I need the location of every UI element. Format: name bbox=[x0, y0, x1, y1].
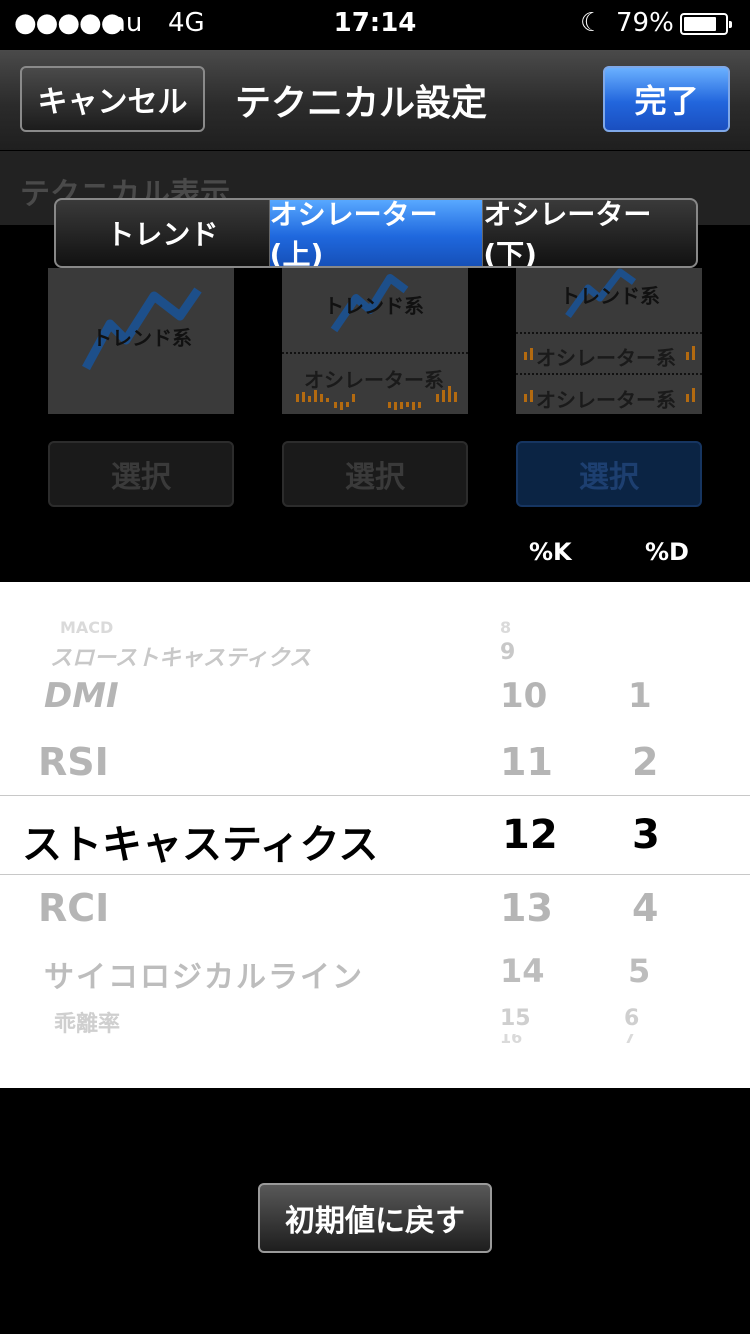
cancel-button[interactable]: キャンセル bbox=[20, 66, 205, 132]
k-period: 11 bbox=[500, 740, 553, 784]
k-period: 16 bbox=[500, 1034, 523, 1044]
picker-row[interactable]: 16 7 bbox=[0, 1034, 750, 1044]
oscillator-label: オシレーター系 bbox=[536, 388, 676, 412]
oscillator-label: オシレーター系 bbox=[536, 346, 676, 370]
layout-preview-trend-osc[interactable]: トレンド系 オシレーター系 bbox=[282, 268, 468, 414]
indicator-name: DMI bbox=[44, 676, 119, 716]
battery-level bbox=[684, 17, 716, 31]
pane-divider bbox=[516, 332, 702, 334]
reset-to-default-button[interactable]: 初期値に戻す bbox=[258, 1183, 492, 1253]
trend-label: トレンド系 bbox=[92, 326, 192, 350]
indicator-picker[interactable]: MACD 8 スローストキャスティクス 9 DMI 10 1 RSI 11 2 … bbox=[0, 582, 750, 1088]
layout-preview-trend-only[interactable]: トレンド系 bbox=[48, 268, 234, 414]
picker-row[interactable]: サイコロジカルライン 14 5 bbox=[0, 952, 750, 995]
d-period: 7 bbox=[624, 1034, 636, 1044]
select-layout-2-button[interactable]: 選択 bbox=[282, 441, 468, 507]
d-period: 6 bbox=[624, 1006, 640, 1031]
status-bar: ●●●●● au 4G 17:14 ☾ 79% bbox=[0, 0, 750, 50]
battery-icon bbox=[680, 13, 732, 35]
tab-trend[interactable]: トレンド bbox=[56, 200, 270, 266]
indicator-name: MACD bbox=[60, 618, 114, 637]
select-layout-3-button[interactable]: 選択 bbox=[516, 441, 702, 507]
k-period: 14 bbox=[500, 952, 545, 990]
k-period: 13 bbox=[500, 886, 553, 930]
picker-row[interactable]: RCI 13 4 bbox=[0, 886, 750, 932]
battery-nub bbox=[729, 21, 732, 28]
d-period: 2 bbox=[632, 740, 659, 784]
indicator-name: RCI bbox=[38, 886, 110, 930]
picker-row[interactable]: RSI 11 2 bbox=[0, 740, 750, 786]
done-button[interactable]: 完了 bbox=[603, 66, 730, 132]
layout-preview-trend-osc-osc[interactable]: トレンド系 オシレーター系 オシレーター系 bbox=[516, 268, 702, 414]
picker-row[interactable]: スローストキャスティクス 9 bbox=[0, 640, 750, 671]
tab-oscillator-lower[interactable]: オシレーター(下) bbox=[483, 200, 696, 266]
select-layout-1-button[interactable]: 選択 bbox=[48, 441, 234, 507]
navigation-bar: キャンセル テクニカル設定 完了 bbox=[0, 50, 750, 151]
k-period: 15 bbox=[500, 1006, 531, 1031]
indicator-name: サイコロジカルライン bbox=[44, 960, 364, 995]
picker-row[interactable]: DMI 10 1 bbox=[0, 676, 750, 722]
picker-row[interactable]: MACD 8 bbox=[0, 618, 750, 637]
page-title: テクニカル設定 bbox=[235, 83, 488, 124]
chart-type-segmented-control: トレンド オシレーター(上) オシレーター(下) bbox=[54, 198, 698, 268]
indicator-name: RSI bbox=[38, 740, 109, 784]
do-not-disturb-icon: ☾ bbox=[580, 8, 604, 38]
d-period: 5 bbox=[628, 952, 651, 990]
pane-divider bbox=[282, 352, 468, 354]
d-column-header: %D bbox=[645, 538, 689, 566]
indicator-name: スローストキャスティクス bbox=[50, 646, 311, 671]
tab-oscillator-upper[interactable]: オシレーター(上) bbox=[269, 200, 484, 266]
k-period-selected: 12 bbox=[502, 812, 558, 858]
pane-divider bbox=[516, 373, 702, 375]
indicator-name-selected: ストキャスティクス bbox=[22, 822, 379, 868]
k-period: 8 bbox=[500, 618, 512, 637]
k-period: 9 bbox=[500, 640, 516, 665]
picker-row-selected[interactable]: ストキャスティクス 12 3 bbox=[0, 810, 750, 868]
picker-row[interactable]: 乖離率 15 6 bbox=[0, 1006, 750, 1037]
trend-label: トレンド系 bbox=[324, 294, 424, 318]
d-period: 1 bbox=[628, 676, 652, 716]
k-period: 10 bbox=[500, 676, 548, 716]
d-period: 4 bbox=[632, 886, 659, 930]
k-column-header: %K bbox=[529, 538, 572, 566]
battery-percent: 79% bbox=[616, 8, 674, 38]
oscillator-label: オシレーター系 bbox=[304, 368, 444, 392]
d-period-selected: 3 bbox=[632, 812, 660, 858]
trend-label: トレンド系 bbox=[560, 284, 660, 308]
